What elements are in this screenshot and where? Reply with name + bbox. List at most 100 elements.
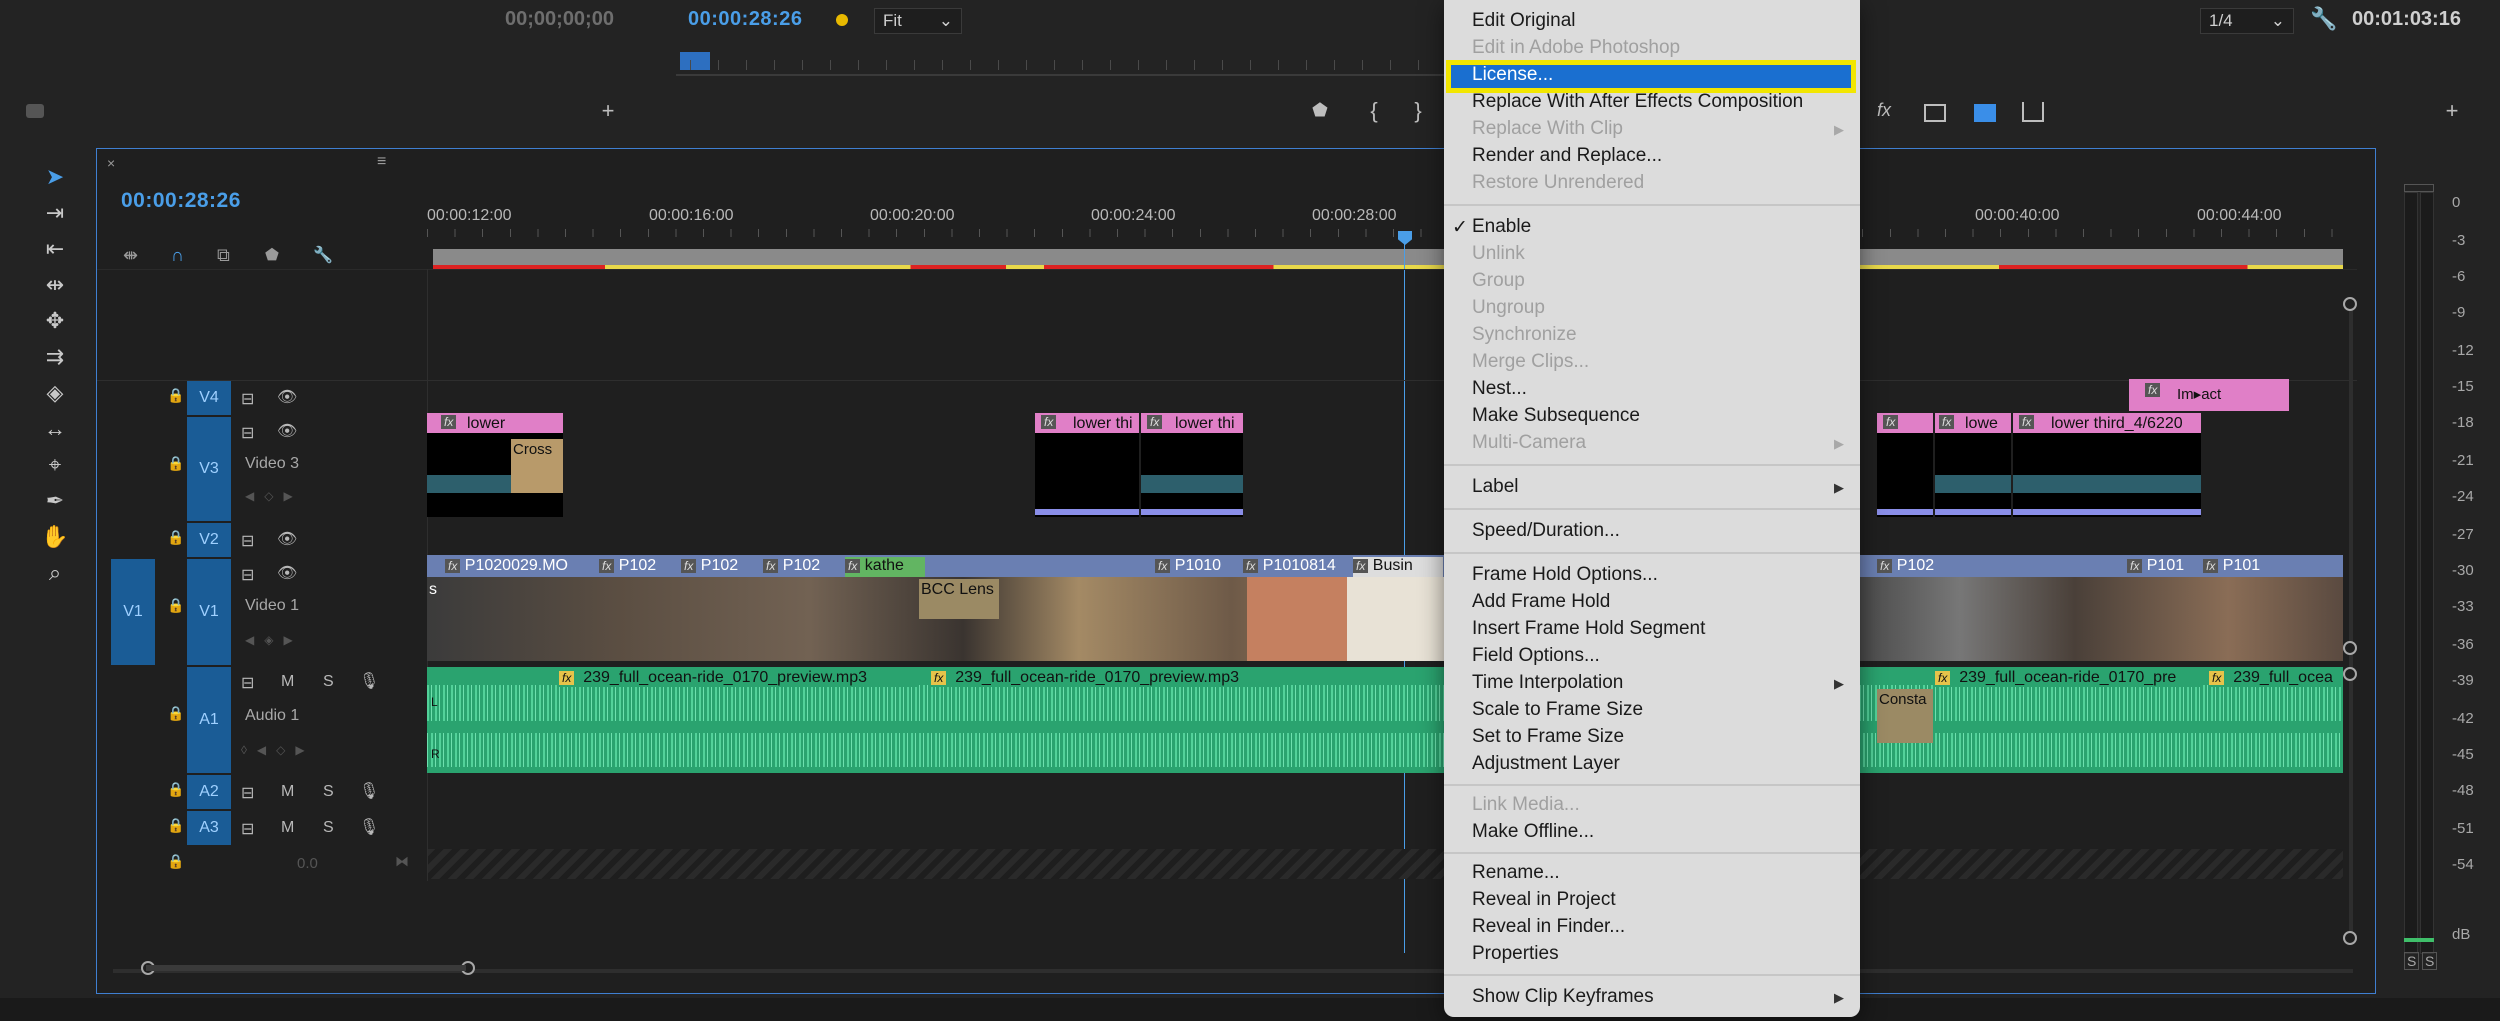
- lock-icon[interactable]: 🔒: [167, 529, 184, 546]
- clip-v3-lower-thi-1[interactable]: fx lower thi: [1035, 413, 1139, 517]
- source-patch-v1[interactable]: V1: [111, 559, 155, 665]
- menu-item-adjustment-layer[interactable]: Adjustment Layer: [1472, 753, 1620, 775]
- solo-left[interactable]: S: [2404, 952, 2420, 970]
- clip-a1-ocean-1[interactable]: fx 239_full_ocean-ride_0170_preview.mp3: [559, 669, 919, 687]
- solo-button[interactable]: S: [323, 783, 334, 801]
- master-toggle-icon[interactable]: ⧓: [395, 853, 409, 870]
- sync-lock-icon[interactable]: ⊟: [241, 531, 254, 551]
- add-marker-icon[interactable]: ⬟: [265, 245, 279, 265]
- menu-item-edit-original[interactable]: Edit Original: [1472, 10, 1576, 32]
- snap-icon[interactable]: ∩: [171, 245, 184, 266]
- menu-item-set-to-frame-size[interactable]: Set to Frame Size: [1472, 726, 1624, 748]
- mute-button[interactable]: M: [281, 819, 294, 837]
- clip-v1-p102-a[interactable]: fx P102: [599, 557, 679, 577]
- hand-icon[interactable]: ✋: [38, 522, 72, 552]
- timeline-timecode[interactable]: 00:00:28:26: [121, 189, 241, 213]
- eye-icon[interactable]: 👁: [277, 387, 297, 407]
- camera-icon[interactable]: [26, 104, 44, 118]
- menu-item-enable[interactable]: Enable: [1472, 216, 1531, 238]
- track-label-a2[interactable]: A2: [187, 775, 231, 809]
- clip-v3-lower[interactable]: fx lower Cross: [427, 413, 563, 517]
- clip-a1-ocean-2[interactable]: fx 239_full_ocean-ride_0170_preview.mp3: [931, 669, 1281, 687]
- marker-icon[interactable]: ⬟: [1308, 100, 1332, 121]
- clip-v1-p1010814[interactable]: fx P1010814: [1243, 557, 1351, 577]
- rate-stretch-icon[interactable]: ✥: [38, 306, 72, 336]
- menu-item-nest[interactable]: Nest...: [1472, 378, 1527, 400]
- add-button-icon-right[interactable]: +: [2440, 98, 2464, 124]
- clip-v1-p101-b[interactable]: fx P101: [2203, 557, 2277, 577]
- linked-selection-icon[interactable]: ⧉: [217, 245, 230, 266]
- sync-lock-icon[interactable]: ⊟: [241, 819, 254, 839]
- eye-icon[interactable]: 👁: [277, 421, 297, 441]
- clip-v3-right-1[interactable]: fx: [1877, 413, 1933, 517]
- clip-v3-lowe[interactable]: fx lowe: [1935, 413, 2011, 517]
- selection-tool-icon[interactable]: ➤: [38, 162, 72, 192]
- scroll-thumb[interactable]: [146, 965, 466, 971]
- menu-item-rename[interactable]: Rename...: [1472, 862, 1560, 884]
- track-label-v1[interactable]: V1: [187, 559, 231, 665]
- menu-item-insert-frame-hold-segment[interactable]: Insert Frame Hold Segment: [1472, 618, 1705, 640]
- vertical-scrollbar[interactable]: [2349, 299, 2353, 939]
- clip-v1-p1010[interactable]: fx P1010: [1155, 557, 1241, 577]
- v-scroll-handle-mid[interactable]: [2343, 641, 2357, 655]
- wrench-icon[interactable]: 🔧: [2310, 6, 2337, 32]
- clip-v3-lower-third-4[interactable]: fx lower third_4/6220: [2013, 413, 2201, 517]
- menu-item-reveal-in-project[interactable]: Reveal in Project: [1472, 889, 1616, 911]
- lock-icon[interactable]: 🔒: [167, 705, 184, 722]
- clip-indicator[interactable]: [2404, 184, 2434, 192]
- slip-icon[interactable]: ↔: [38, 414, 72, 444]
- sync-lock-icon[interactable]: ⊟: [241, 673, 254, 693]
- master-volume[interactable]: 0.0: [297, 855, 318, 872]
- pen-icon[interactable]: ✒: [38, 486, 72, 516]
- razor-track-icon[interactable]: ⇉: [38, 342, 72, 372]
- keyframe-nav[interactable]: ◀ ◇ ▶: [245, 489, 293, 503]
- track-label-v2[interactable]: V2: [187, 523, 231, 557]
- resolution-select[interactable]: 1/4 ⌄: [2200, 8, 2294, 34]
- track-label-a3[interactable]: A3: [187, 811, 231, 845]
- fx-icon[interactable]: fx: [1872, 100, 1896, 121]
- clip-v1-p102-b[interactable]: fx P102: [681, 557, 761, 577]
- lock-icon[interactable]: 🔒: [167, 817, 184, 834]
- sync-lock-icon[interactable]: ⊟: [241, 783, 254, 803]
- keyframe-nav[interactable]: ◊ ◀ ◇ ▶: [241, 743, 305, 757]
- fit-select[interactable]: Fit ⌄: [874, 8, 962, 34]
- menu-item-label[interactable]: Label: [1472, 476, 1519, 498]
- mute-button[interactable]: M: [281, 783, 294, 801]
- keyframe-nav[interactable]: ◀ ◈ ▶: [245, 633, 293, 647]
- clip-a1-constant-power[interactable]: Consta: [1877, 689, 1933, 743]
- mark-out-icon[interactable]: }: [1406, 98, 1430, 124]
- menu-item-show-clip-keyframes[interactable]: Show Clip Keyframes: [1472, 986, 1654, 1008]
- menu-item-frame-hold-options[interactable]: Frame Hold Options...: [1472, 564, 1658, 586]
- clip-v1-p101-a[interactable]: fx P101: [2127, 557, 2201, 577]
- panel-menu-icon[interactable]: ≡: [377, 153, 386, 171]
- lock-icon[interactable]: 🔒: [167, 853, 184, 870]
- menu-item-properties[interactable]: Properties: [1472, 943, 1559, 965]
- clip-v1-bcc-lens[interactable]: BCC Lens: [919, 579, 999, 619]
- track-select-icon[interactable]: ⇥: [38, 198, 72, 228]
- solo-button[interactable]: S: [323, 673, 334, 691]
- track-label-v3[interactable]: V3: [187, 417, 231, 521]
- timeline-settings-icon[interactable]: 🔧: [313, 245, 333, 265]
- clip-v1-busin[interactable]: fx Busin: [1353, 557, 1443, 577]
- clip-a1-ocean-4[interactable]: fx 239_full_ocea: [2209, 669, 2343, 687]
- menu-item-scale-to-frame-size[interactable]: Scale to Frame Size: [1472, 699, 1643, 721]
- ripple-edit-icon[interactable]: ⇤: [38, 234, 72, 264]
- menu-item-render-and-replace[interactable]: Render and Replace...: [1472, 145, 1662, 167]
- v-scroll-handle-bottom[interactable]: [2343, 931, 2357, 945]
- track-label-v4[interactable]: V4: [187, 381, 231, 415]
- solo-right[interactable]: S: [2422, 952, 2438, 970]
- nest-toggle-icon[interactable]: ⇼: [123, 245, 138, 266]
- rolling-edit-icon[interactable]: ⇹: [38, 270, 72, 300]
- lock-icon[interactable]: 🔒: [167, 455, 184, 472]
- menu-item-reveal-in-finder[interactable]: Reveal in Finder...: [1472, 916, 1625, 938]
- menu-item-speed-duration[interactable]: Speed/Duration...: [1472, 520, 1620, 542]
- safe-margins-icon[interactable]: [1924, 104, 1946, 122]
- menu-item-field-options[interactable]: Field Options...: [1472, 645, 1600, 667]
- program-timecode[interactable]: 00:00:28:26: [688, 8, 802, 31]
- menu-item-make-subsequence[interactable]: Make Subsequence: [1472, 405, 1640, 427]
- microphone-icon[interactable]: 🎙: [359, 671, 379, 691]
- add-button-icon[interactable]: +: [596, 98, 620, 124]
- clip-v1-p102-c[interactable]: fx P102: [763, 557, 843, 577]
- work-area-bar[interactable]: [433, 249, 2343, 265]
- v-scroll-handle-a[interactable]: [2343, 667, 2357, 681]
